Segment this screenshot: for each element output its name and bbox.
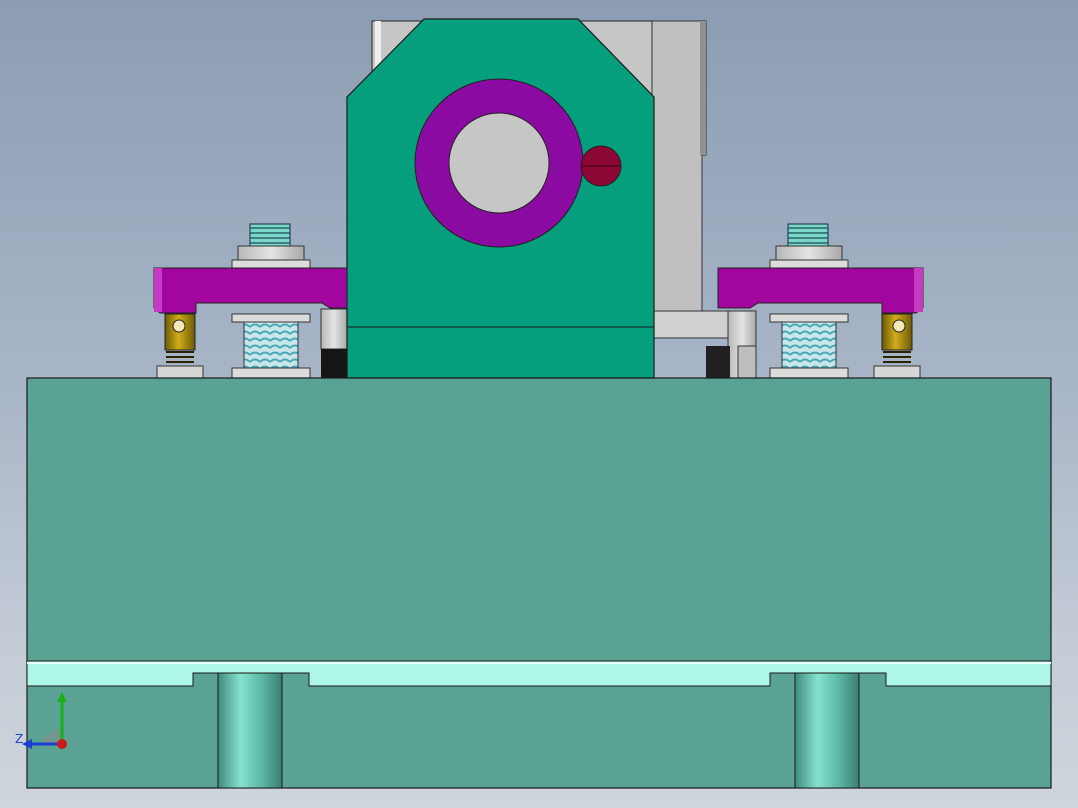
left-locating-shaft[interactable] [217, 672, 283, 789]
x-axis-origin-icon [57, 739, 67, 749]
base-keyway-slot[interactable] [26, 660, 1052, 687]
left-clamp-arm[interactable] [153, 267, 348, 314]
right-clamp-arm[interactable] [717, 267, 924, 314]
right-top-nut[interactable] [769, 223, 849, 269]
left-threaded-stud[interactable] [231, 313, 311, 379]
locating-pin-head[interactable] [580, 145, 622, 187]
left-top-nut[interactable] [231, 223, 311, 269]
right-threaded-stud[interactable] [769, 313, 849, 379]
y-arrow-icon [57, 692, 67, 702]
side-clamp-block[interactable] [651, 310, 757, 379]
base-block[interactable] [26, 377, 1052, 789]
z-arrow-icon [22, 739, 32, 749]
cad-graphics-viewport[interactable]: Z [0, 0, 1078, 808]
left-brass-post[interactable] [156, 313, 204, 379]
right-locating-shaft[interactable] [794, 672, 860, 789]
bushing-ring[interactable] [414, 78, 584, 248]
coordinate-triad[interactable]: Z [10, 686, 80, 756]
z-axis-label: Z [15, 732, 23, 746]
fixture-assembly-view [26, 18, 1052, 789]
left-spacer-column[interactable] [320, 308, 348, 378]
left-clamp-assembly[interactable] [153, 223, 348, 379]
right-brass-post[interactable] [873, 313, 921, 379]
